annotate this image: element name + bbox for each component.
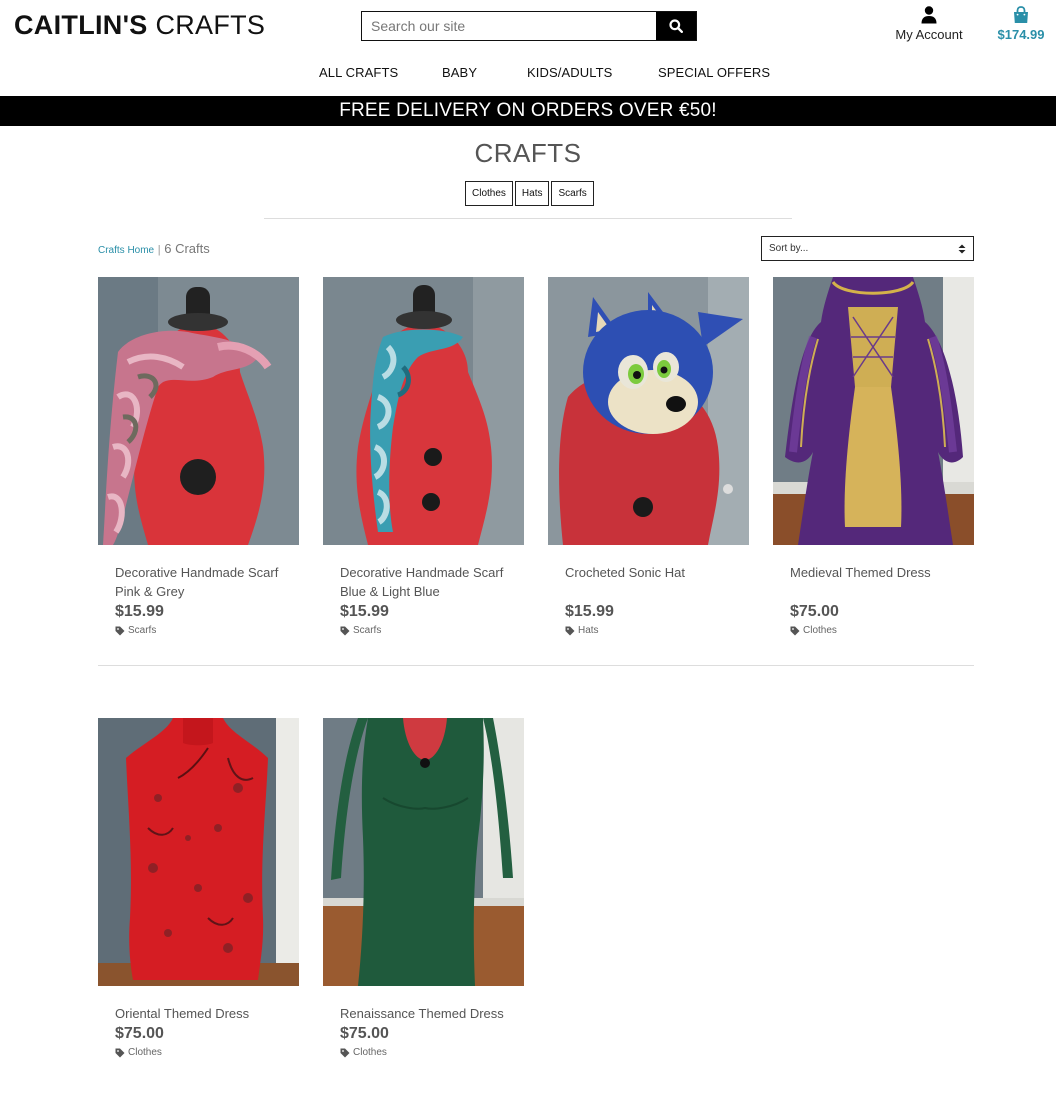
search-button[interactable] <box>656 12 696 40</box>
product-price: $15.99 <box>115 603 164 620</box>
product-image[interactable] <box>323 718 524 986</box>
product-category: Clothes <box>803 625 837 636</box>
product-category: Scarfs <box>128 625 157 636</box>
product-name[interactable]: Decorative Handmade Scarf Blue & Light B… <box>340 563 516 601</box>
product-category-link[interactable]: Scarfs <box>115 625 299 636</box>
row-divider <box>98 665 974 666</box>
product-category: Scarfs <box>353 625 382 636</box>
page-title: CRAFTS <box>474 138 582 168</box>
product-name[interactable]: Medieval Themed Dress <box>790 563 966 601</box>
product-count: 6 Crafts <box>164 241 210 256</box>
product-card: Crocheted Sonic Hat $15.99 Hats <box>548 277 749 636</box>
logo-thin-text: CRAFTS <box>155 10 266 40</box>
product-image[interactable] <box>98 277 299 545</box>
product-category: Hats <box>578 625 599 636</box>
product-name[interactable]: Decorative Handmade Scarf Pink & Grey <box>115 563 291 601</box>
filter-scarfs[interactable]: Scarfs <box>551 181 594 206</box>
shopping-bag-link[interactable]: $174.99 <box>994 6 1048 42</box>
product-image[interactable] <box>773 277 974 545</box>
product-card: Renaissance Themed Dress $75.00 Clothes <box>323 718 524 1058</box>
filter-clothes[interactable]: Clothes <box>465 181 513 206</box>
product-image[interactable] <box>548 277 749 545</box>
product-image[interactable] <box>323 277 524 545</box>
product-name[interactable]: Crocheted Sonic Hat <box>565 563 741 601</box>
product-category-link[interactable]: Clothes <box>790 625 974 636</box>
product-price: $15.99 <box>340 603 389 620</box>
sort-arrows-icon <box>958 244 966 253</box>
search-icon <box>669 19 683 33</box>
tag-icon <box>115 1048 125 1057</box>
tag-icon <box>790 626 800 635</box>
nav-baby[interactable]: BABY <box>442 65 477 80</box>
search-bar <box>361 11 697 41</box>
product-card: Oriental Themed Dress $75.00 Clothes <box>98 718 299 1058</box>
product-image[interactable] <box>98 718 299 986</box>
product-card: Decorative Handmade Scarf Blue & Light B… <box>323 277 524 636</box>
breadcrumb-separator: | <box>157 244 161 256</box>
product-category-link[interactable]: Scarfs <box>340 625 524 636</box>
product-category: Clothes <box>128 1047 162 1058</box>
product-name[interactable]: Oriental Themed Dress <box>115 1004 291 1023</box>
delivery-banner: FREE DELIVERY ON ORDERS OVER €50! <box>0 96 1056 126</box>
crafts-home-link[interactable]: Crafts Home <box>98 245 154 256</box>
search-input[interactable] <box>362 12 656 40</box>
nav-all-crafts[interactable]: ALL CRAFTS <box>319 65 398 80</box>
my-account-label: My Account <box>895 27 963 42</box>
sort-select[interactable]: Sort by... <box>761 236 974 261</box>
user-icon <box>921 6 937 24</box>
product-price: $75.00 <box>790 603 839 620</box>
product-price: $15.99 <box>565 603 614 620</box>
product-price: $75.00 <box>340 1025 389 1042</box>
logo-bold-text: CAITLIN'S <box>14 10 148 40</box>
product-card: Medieval Themed Dress $75.00 Clothes <box>773 277 974 636</box>
tag-icon <box>340 1048 350 1057</box>
product-category-link[interactable]: Hats <box>565 625 749 636</box>
product-card: Decorative Handmade Scarf Pink & Grey $1… <box>98 277 299 636</box>
main-navigation: ALL CRAFTS BABY KIDS/ADULTS SPECIAL OFFE… <box>0 65 1056 83</box>
filter-hats[interactable]: Hats <box>514 181 550 206</box>
nav-special-offers[interactable]: SPECIAL OFFERS <box>658 65 770 80</box>
sort-label: Sort by... <box>769 243 809 254</box>
tag-icon <box>115 626 125 635</box>
site-logo[interactable]: CAITLIN'S CRAFTS <box>14 10 265 41</box>
product-category-link[interactable]: Clothes <box>340 1047 524 1058</box>
tag-icon <box>565 626 575 635</box>
product-price: $75.00 <box>115 1025 164 1042</box>
breadcrumb: Crafts Home | 6 Crafts <box>98 241 210 256</box>
tag-icon <box>340 626 350 635</box>
product-category-link[interactable]: Clothes <box>115 1047 299 1058</box>
category-filters: Clothes Hats Scarfs <box>465 181 594 206</box>
divider <box>264 218 792 219</box>
nav-kids-adults[interactable]: KIDS/ADULTS <box>527 65 612 80</box>
my-account-link[interactable]: My Account <box>890 6 968 42</box>
product-name[interactable]: Renaissance Themed Dress <box>340 1004 516 1023</box>
bag-total: $174.99 <box>997 27 1045 42</box>
product-category: Clothes <box>353 1047 387 1058</box>
shopping-bag-icon <box>1014 6 1028 23</box>
